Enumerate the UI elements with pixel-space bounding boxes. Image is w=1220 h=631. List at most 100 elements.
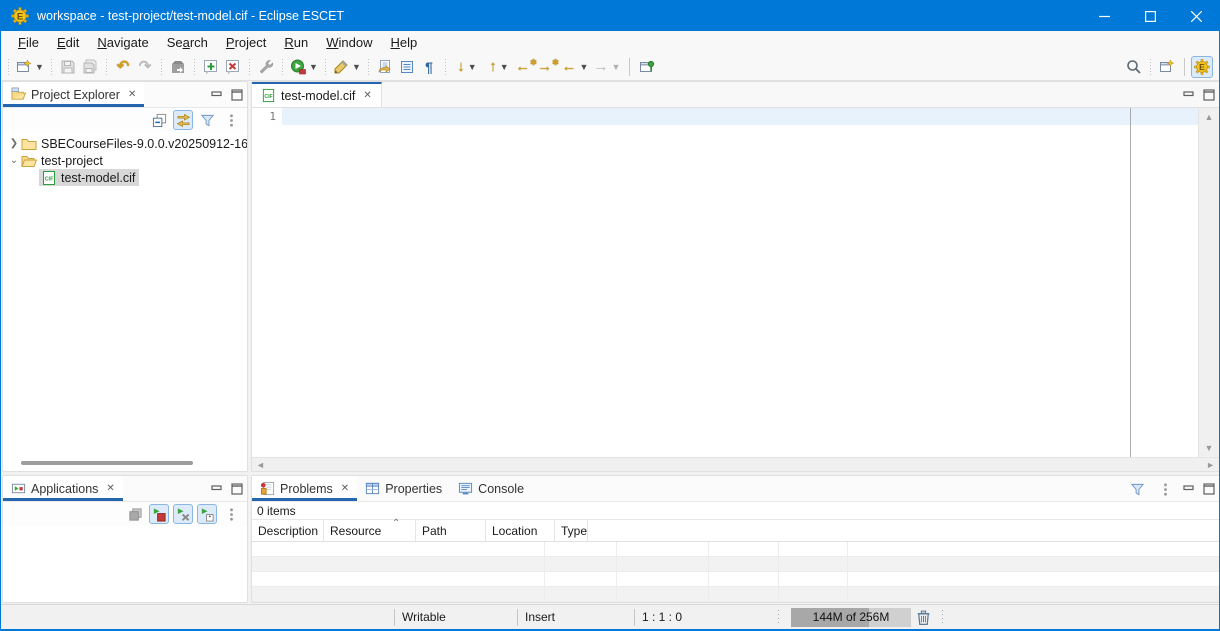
editor-tab-label: test-model.cif xyxy=(281,89,355,103)
save-button[interactable] xyxy=(57,56,79,78)
outline-toggle-button[interactable] xyxy=(396,56,418,78)
menu-window[interactable]: Window xyxy=(317,33,381,52)
arrow-down-icon: ↓ xyxy=(457,59,465,74)
minimize-view-button[interactable] xyxy=(1183,483,1195,495)
pin-editor-button[interactable] xyxy=(636,56,658,78)
close-window-button[interactable] xyxy=(1173,1,1219,31)
run-tool-dropdown-icon[interactable]: ▼ xyxy=(309,62,318,72)
maximize-view-button[interactable] xyxy=(1203,483,1215,495)
last-edit-back-button[interactable]: ←✱ xyxy=(515,56,537,78)
maximize-window-button[interactable] xyxy=(1127,1,1173,31)
escet-app-icon: E xyxy=(11,7,29,25)
maximize-view-button[interactable] xyxy=(231,483,243,495)
undo-button[interactable]: ↶ xyxy=(112,56,134,78)
menu-run[interactable]: Run xyxy=(275,33,317,52)
column-description[interactable]: Description xyxy=(252,520,324,541)
maximize-view-button[interactable] xyxy=(231,89,243,101)
tab-test-model-cif[interactable]: CIF test-model.cif ✕ xyxy=(252,82,382,107)
wrench-button[interactable] xyxy=(255,56,277,78)
caret-position-status: 1 : 1 : 0 xyxy=(642,610,682,624)
tab-applications[interactable]: Applications ✕ xyxy=(3,476,123,501)
menu-project[interactable]: Project xyxy=(217,33,275,52)
applications-view: Applications ✕ xyxy=(2,475,248,603)
tab-label: Project Explorer xyxy=(31,88,120,102)
launch-pen-dropdown-icon[interactable]: ▼ xyxy=(352,62,361,72)
view-menu-button[interactable] xyxy=(221,504,241,524)
problems-table-body xyxy=(252,542,1219,602)
link-with-editor-file-button[interactable] xyxy=(374,56,396,78)
minimize-editor-button[interactable] xyxy=(1183,89,1195,101)
tree-item-test-project[interactable]: ⌄ test-project xyxy=(3,152,247,169)
auto-terminate-button[interactable] xyxy=(197,504,217,524)
search-button[interactable] xyxy=(1123,56,1145,78)
menu-help[interactable]: Help xyxy=(381,33,426,52)
escet-perspective-button[interactable]: E xyxy=(1191,56,1213,78)
scroll-right-icon[interactable]: ► xyxy=(1206,460,1215,470)
forward-button[interactable]: →▼ xyxy=(591,56,623,78)
editor-horizontal-scrollbar[interactable]: ◄ ► xyxy=(252,457,1219,471)
previous-annotation-button[interactable]: ↑▼ xyxy=(483,56,515,78)
remove-button[interactable] xyxy=(222,56,244,78)
back-button[interactable]: ←▼ xyxy=(559,56,591,78)
menu-edit[interactable]: Edit xyxy=(48,33,88,52)
close-problems-icon[interactable]: ✕ xyxy=(341,483,349,494)
column-path[interactable]: Path xyxy=(416,520,486,541)
tab-console[interactable]: Console xyxy=(450,476,532,501)
menu-search[interactable]: Search xyxy=(158,33,217,52)
heap-status-widget: 144M of 256M xyxy=(791,608,911,627)
tree-item-test-model[interactable]: CIF test-model.cif xyxy=(3,169,247,186)
close-editor-tab-icon[interactable]: ✕ xyxy=(363,90,371,101)
main-toolbar: ▼ ↶ ↷ ▼ ▼ xyxy=(1,53,1219,81)
minimize-window-button[interactable] xyxy=(1081,1,1127,31)
view-menu-button[interactable] xyxy=(1155,479,1175,499)
editor-vertical-scrollbar[interactable]: ▲ ▼ xyxy=(1198,108,1219,457)
filter-button[interactable] xyxy=(197,110,217,130)
menu-navigate[interactable]: Navigate xyxy=(88,33,157,52)
save-all-button[interactable] xyxy=(79,56,101,78)
run-tool-button[interactable]: ▼ xyxy=(288,56,320,78)
text-editor[interactable]: 1 ▲ ▼ xyxy=(252,108,1219,457)
scrollbar-thumb[interactable] xyxy=(21,461,193,465)
launch-pen-button[interactable]: ▼ xyxy=(331,56,363,78)
chevron-right-icon[interactable]: ❯ xyxy=(7,138,21,149)
tab-properties[interactable]: Properties xyxy=(357,476,450,501)
column-type[interactable]: Type xyxy=(555,520,588,541)
project-explorer-view: Project Explorer ✕ ❯ xyxy=(2,81,248,472)
project-explorer-icon xyxy=(11,87,26,102)
scroll-down-icon[interactable]: ▼ xyxy=(1199,443,1219,453)
tab-problems[interactable]: Problems ✕ xyxy=(252,476,357,501)
link-with-editor-button[interactable] xyxy=(173,110,193,130)
new-wizard-dropdown-icon[interactable]: ▼ xyxy=(35,62,44,72)
tree-item-sbecoursefiles[interactable]: ❯ SBECourseFiles-9.0.0.v20250912-16241 xyxy=(3,135,247,152)
add-button[interactable] xyxy=(200,56,222,78)
maximize-editor-button[interactable] xyxy=(1203,89,1215,101)
stacked-squares-button[interactable] xyxy=(125,504,145,524)
chevron-down-icon[interactable]: ⌄ xyxy=(7,155,21,166)
tab-project-explorer[interactable]: Project Explorer ✕ xyxy=(3,82,144,107)
next-annotation-button[interactable]: ↓▼ xyxy=(451,56,483,78)
column-resource[interactable]: Resource xyxy=(324,520,416,541)
menu-file[interactable]: File xyxy=(9,33,48,52)
current-line-highlight xyxy=(282,108,1198,125)
close-project-explorer-icon[interactable]: ✕ xyxy=(128,89,136,100)
show-whitespace-button[interactable]: ¶ xyxy=(418,56,440,78)
scroll-up-icon[interactable]: ▲ xyxy=(1199,112,1219,122)
scroll-left-icon[interactable]: ◄ xyxy=(256,460,265,470)
applications-icon xyxy=(11,481,26,496)
close-applications-icon[interactable]: ✕ xyxy=(106,483,114,494)
redo-button[interactable]: ↷ xyxy=(134,56,156,78)
terminate-all-button[interactable] xyxy=(149,504,169,524)
build-button[interactable] xyxy=(167,56,189,78)
open-perspective-button[interactable] xyxy=(1156,56,1178,78)
minimize-view-button[interactable] xyxy=(211,483,223,495)
last-edit-forward-button[interactable]: →✱ xyxy=(537,56,559,78)
collapse-all-button[interactable] xyxy=(149,110,169,130)
new-wizard-button[interactable]: ▼ xyxy=(14,56,46,78)
minimize-view-button[interactable] xyxy=(211,89,223,101)
view-menu-button[interactable] xyxy=(221,110,241,130)
column-location[interactable]: Location xyxy=(486,520,555,541)
remove-terminated-button[interactable] xyxy=(173,504,193,524)
garbage-collect-button[interactable] xyxy=(915,609,933,627)
filter-button[interactable] xyxy=(1127,479,1147,499)
project-explorer-horizontal-scrollbar[interactable] xyxy=(3,459,247,467)
